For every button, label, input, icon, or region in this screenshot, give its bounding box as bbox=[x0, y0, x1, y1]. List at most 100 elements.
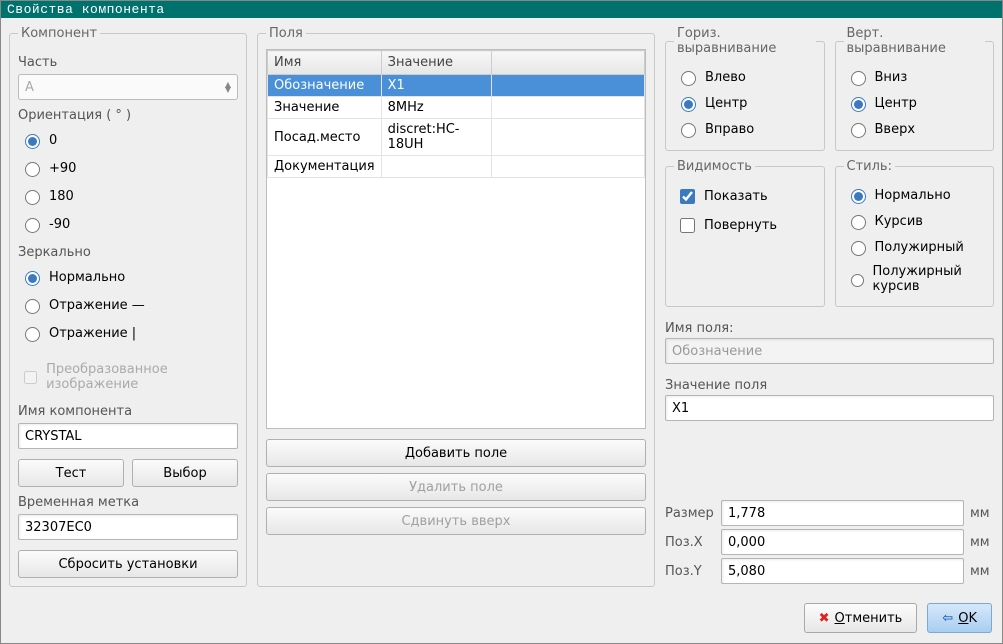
halign-center-label: Центр bbox=[705, 96, 747, 111]
ok-button[interactable]: ⇦ OK bbox=[927, 603, 992, 633]
col-empty bbox=[491, 51, 644, 75]
orientation-0-label: 0 bbox=[49, 133, 57, 148]
component-name-input[interactable] bbox=[18, 423, 238, 449]
fields-legend: Поля bbox=[266, 26, 306, 41]
component-group: Компонент Часть A ▲▼ Ориентация ( ° ) 0 … bbox=[9, 26, 247, 587]
fieldname-label: Имя поля: bbox=[665, 321, 994, 336]
valign-up-label: Вверх bbox=[875, 122, 916, 137]
mirror-v-label: Отражение | bbox=[49, 326, 136, 341]
valign-down-label: Вниз bbox=[875, 70, 908, 85]
test-button[interactable]: Тест bbox=[18, 459, 124, 487]
col-name[interactable]: Имя bbox=[268, 51, 382, 75]
move-up-button: Сдвинуть вверх bbox=[266, 507, 646, 535]
chevron-updown-icon: ▲▼ bbox=[225, 82, 231, 92]
style-normal[interactable]: Нормально bbox=[844, 182, 986, 208]
mirror-h[interactable]: Отражение — bbox=[18, 292, 238, 318]
visibility-legend: Видимость bbox=[674, 159, 755, 174]
cell: 8MHz bbox=[381, 97, 491, 119]
mirror-v[interactable]: Отражение | bbox=[18, 320, 238, 346]
cell: X1 bbox=[381, 75, 491, 97]
show-label: Показать bbox=[704, 189, 768, 204]
valign-up[interactable]: Вверх bbox=[844, 116, 986, 142]
posy-input[interactable] bbox=[721, 558, 964, 584]
mirror-h-label: Отражение — bbox=[49, 298, 145, 313]
ok-label: OK bbox=[958, 611, 977, 626]
style-bold[interactable]: Полужирный bbox=[844, 234, 986, 260]
fieldname-input bbox=[665, 338, 994, 364]
component-name-label: Имя компонента bbox=[18, 404, 238, 419]
add-field-button[interactable]: Добавить поле bbox=[266, 439, 646, 467]
orientation-180-label: 180 bbox=[49, 189, 74, 204]
cancel-label: Отменить bbox=[835, 611, 903, 626]
style-italic-label: Курсив bbox=[875, 214, 923, 229]
posx-label: Поз.X bbox=[665, 535, 715, 550]
valign-center-label: Центр bbox=[875, 96, 917, 111]
rotate-check[interactable]: Повернуть bbox=[674, 211, 816, 240]
fields-table[interactable]: Имя Значение ОбозначениеX1 Значение8MHz … bbox=[266, 49, 646, 429]
style-bolditalic-label: Полужирный курсив bbox=[873, 264, 984, 294]
cell: Документация bbox=[268, 156, 382, 178]
cell: Значение bbox=[268, 97, 382, 119]
size-unit: мм bbox=[970, 506, 994, 521]
halign-left[interactable]: Влево bbox=[674, 64, 816, 90]
part-value: A bbox=[25, 80, 34, 95]
valign-center[interactable]: Центр bbox=[844, 90, 986, 116]
delete-field-button: Удалить поле bbox=[266, 473, 646, 501]
converted-check: Преобразованное изображение bbox=[18, 358, 238, 396]
orientation-0[interactable]: 0 bbox=[18, 127, 238, 153]
cell: Обозначение bbox=[268, 75, 382, 97]
timestamp-input[interactable] bbox=[18, 514, 238, 540]
style-legend: Стиль: bbox=[844, 159, 895, 174]
halign-right[interactable]: Вправо bbox=[674, 116, 816, 142]
show-check[interactable]: Показать bbox=[674, 182, 816, 211]
halign-left-label: Влево bbox=[705, 70, 746, 85]
part-select[interactable]: A ▲▼ bbox=[18, 74, 238, 100]
col-value[interactable]: Значение bbox=[381, 51, 491, 75]
posy-label: Поз.Y bbox=[665, 564, 715, 579]
part-label: Часть bbox=[18, 55, 238, 70]
visibility-group: Видимость Показать Повернуть bbox=[665, 159, 825, 307]
select-button[interactable]: Выбор bbox=[132, 459, 238, 487]
timestamp-label: Временная метка bbox=[18, 495, 238, 510]
size-label: Размер bbox=[665, 506, 715, 521]
size-input[interactable] bbox=[721, 500, 964, 526]
mirror-normal[interactable]: Нормально bbox=[18, 264, 238, 290]
posy-unit: мм bbox=[970, 564, 994, 579]
style-bolditalic[interactable]: Полужирный курсив bbox=[844, 260, 986, 298]
orientation-90-label: +90 bbox=[49, 161, 76, 176]
posx-unit: мм bbox=[970, 535, 994, 550]
table-row[interactable]: ОбозначениеX1 bbox=[268, 75, 645, 97]
valign-down[interactable]: Вниз bbox=[844, 64, 986, 90]
style-normal-label: Нормально bbox=[875, 188, 951, 203]
reset-button[interactable]: Сбросить установки bbox=[18, 550, 238, 578]
halign-right-label: Вправо bbox=[705, 122, 754, 137]
style-italic[interactable]: Курсив bbox=[844, 208, 986, 234]
posx-input[interactable] bbox=[721, 529, 964, 555]
orientation-90[interactable]: +90 bbox=[18, 155, 238, 181]
cell: Посад.место bbox=[268, 119, 382, 156]
style-bold-label: Полужирный bbox=[875, 240, 964, 255]
fieldvalue-label: Значение поля bbox=[665, 378, 994, 393]
halign-group: Гориз. выравнивание Влево Центр Вправо bbox=[665, 26, 825, 151]
cell: discret:HC-18UH bbox=[381, 119, 491, 156]
valign-group: Верт. выравнивание Вниз Центр Вверх bbox=[835, 26, 995, 151]
orientation-m90[interactable]: -90 bbox=[18, 211, 238, 237]
halign-center[interactable]: Центр bbox=[674, 90, 816, 116]
table-row[interactable]: Значение8MHz bbox=[268, 97, 645, 119]
table-row[interactable]: Посад.местоdiscret:HC-18UH bbox=[268, 119, 645, 156]
orientation-m90-label: -90 bbox=[49, 217, 70, 232]
fieldvalue-input[interactable] bbox=[665, 395, 994, 421]
cell bbox=[381, 156, 491, 178]
component-legend: Компонент bbox=[18, 26, 100, 41]
ok-icon: ⇦ bbox=[942, 611, 953, 626]
style-group: Стиль: Нормально Курсив Полужирный Полуж… bbox=[835, 159, 995, 307]
table-row[interactable]: Документация bbox=[268, 156, 645, 178]
orientation-180[interactable]: 180 bbox=[18, 183, 238, 209]
cancel-icon: ✖ bbox=[819, 611, 830, 626]
orientation-label: Ориентация ( ° ) bbox=[18, 108, 238, 123]
window-title: Свойства компонента bbox=[1, 1, 1002, 18]
fields-group: Поля Имя Значение ОбозначениеX1 Значение… bbox=[257, 26, 655, 587]
mirror-label: Зеркально bbox=[18, 245, 238, 260]
cancel-button[interactable]: ✖ Отменить bbox=[804, 603, 918, 633]
mirror-normal-label: Нормально bbox=[49, 270, 125, 285]
